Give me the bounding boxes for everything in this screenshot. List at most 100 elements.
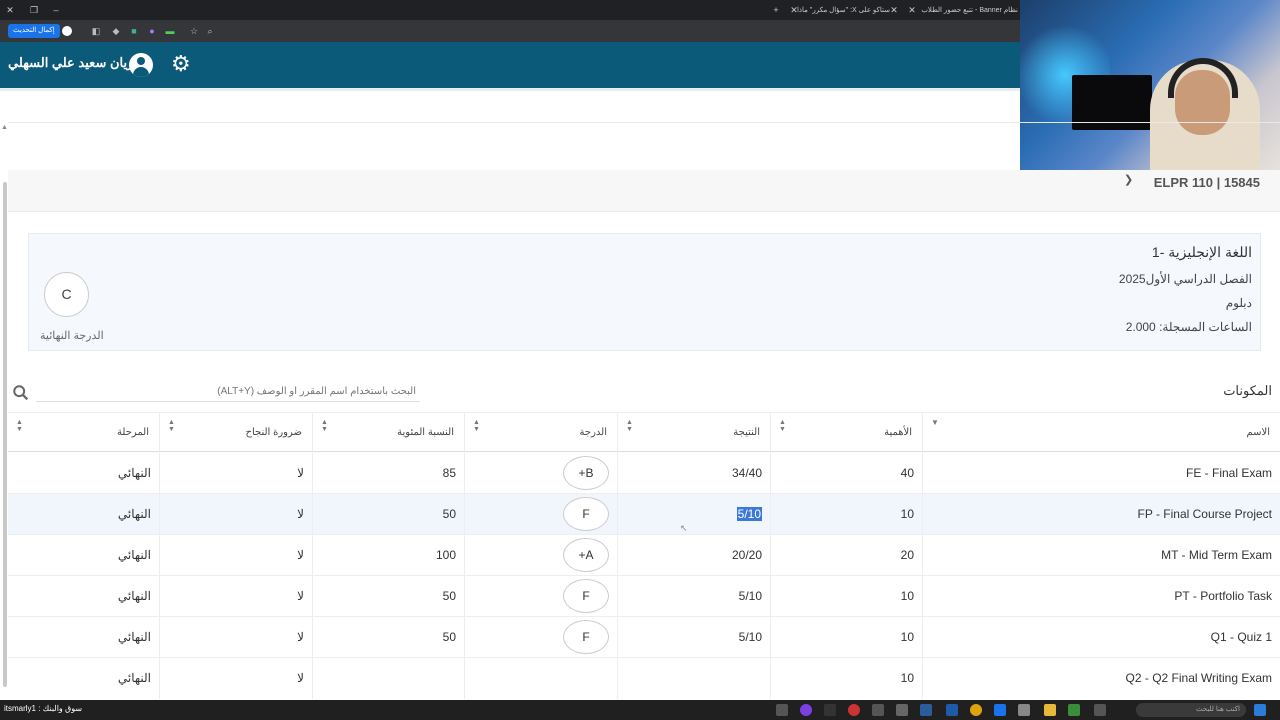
scroll-up-icon[interactable]: ▲: [1, 124, 8, 131]
new-tab-icon[interactable]: +: [768, 2, 784, 18]
col-required[interactable]: ضرورة النجاح ▲ ▼: [160, 413, 313, 453]
profile-icon[interactable]: [62, 26, 72, 36]
start-icon[interactable]: [1254, 704, 1266, 716]
table-header: الاسم ▼ الأهمية ▲ ▼ النتيجة ▲ ▼ الدرجة ▲ ▼ النس…: [8, 412, 1280, 453]
edge-icon[interactable]: [994, 704, 1006, 716]
col-score[interactable]: النتيجة ▲ ▼: [618, 413, 771, 453]
chrome-icon[interactable]: [970, 704, 982, 716]
restore-window-icon[interactable]: ❐: [26, 2, 42, 18]
component-score: 34/40: [731, 466, 762, 480]
sort-desc-icon[interactable]: ▼: [931, 419, 939, 427]
extension-icon[interactable]: ■: [128, 25, 140, 37]
component-weight: 10: [900, 671, 914, 685]
component-percent: 50: [442, 630, 456, 644]
update-button[interactable]: إكمال التحديث: [8, 24, 60, 38]
tab-close-icon[interactable]: ✕: [886, 2, 902, 18]
taskbar-notification[interactable]: سوق والبنك : itsmarly1: [4, 704, 82, 713]
gear-icon[interactable]: ⚙: [171, 51, 191, 77]
app-header: ريان سعيد علي السهلي ⚙: [0, 42, 1020, 88]
table-row[interactable]: PT - Portfolio Task 10 5/10 F 50 لا النه…: [8, 576, 1280, 617]
component-percent: 50: [442, 589, 456, 603]
component-name: PT - Portfolio Task: [1174, 589, 1272, 603]
sort-icon[interactable]: ▲ ▼: [473, 419, 480, 433]
component-weight: 10: [900, 630, 914, 644]
extensions-icon[interactable]: ◧: [90, 25, 102, 37]
sort-icon[interactable]: ▲ ▼: [168, 419, 175, 433]
component-score: 5/10: [738, 630, 762, 644]
app-icon[interactable]: [920, 704, 932, 716]
app-icon[interactable]: [1068, 704, 1080, 716]
course-header[interactable]: ELPR 110 | 15845 ❯: [8, 170, 1280, 212]
settings-app-icon[interactable]: [896, 704, 908, 716]
grade-badge: +A: [563, 538, 609, 572]
table-row[interactable]: MT - Mid Term Exam 20 20/20 +A 100 لا ال…: [8, 535, 1280, 576]
search-bar: [12, 382, 422, 402]
os-taskbar: سوق والبنك : itsmarly1 اكتب هنا للبحث: [0, 700, 1280, 720]
header-subbar: [0, 88, 1020, 91]
col-percent[interactable]: النسبة المئوية ▲ ▼: [313, 413, 465, 453]
tab-2[interactable]: ستاكو على X: "سؤال مكرر" ماذا: [797, 3, 890, 18]
bookmark-star-icon[interactable]: ☆: [188, 25, 200, 37]
app-icon[interactable]: [872, 704, 884, 716]
component-name: FE - Final Exam: [1185, 466, 1272, 480]
final-grade-label: الدرجة النهائية: [40, 330, 104, 342]
table-row[interactable]: Q2 - Q2 Final Writing Exam 10 لا النهائي: [8, 658, 1280, 699]
sort-icon[interactable]: ▲ ▼: [321, 419, 328, 433]
sort-icon[interactable]: ▲ ▼: [779, 419, 786, 433]
webcam-overlay: [1020, 0, 1280, 178]
course-code: ELPR 110 | 15845: [1153, 175, 1260, 190]
zoom-icon[interactable]: ⌕: [204, 25, 216, 37]
course-hours: الساعات المسجلة: 2.000: [1126, 320, 1252, 334]
component-phase: النهائي: [117, 630, 151, 644]
hours-label: الساعات المسجلة:: [1159, 320, 1252, 334]
extension-icon[interactable]: ●: [146, 25, 158, 37]
taskbar-search[interactable]: اكتب هنا للبحث: [1136, 703, 1246, 717]
grade-badge: F: [563, 497, 609, 531]
col-weight[interactable]: الأهمية ▲ ▼: [771, 413, 923, 453]
table-row[interactable]: FP - Final Course Project 10 5/10 F 50 ل…: [8, 494, 1280, 535]
user-avatar-icon[interactable]: [129, 53, 153, 77]
col-grade[interactable]: الدرجة ▲ ▼: [465, 413, 618, 453]
final-grade-badge: C: [44, 272, 89, 317]
component-required: لا: [297, 507, 304, 521]
app-icon[interactable]: [776, 704, 788, 716]
sort-icon[interactable]: ▲ ▼: [16, 419, 23, 433]
app-icon[interactable]: [824, 704, 836, 716]
app-icon[interactable]: [848, 704, 860, 716]
table-row[interactable]: Q1 - Quiz 1 10 5/10 F 50 لا النهائي: [8, 617, 1280, 658]
component-required: لا: [297, 548, 304, 562]
mouse-cursor-icon: ↖: [680, 523, 688, 533]
chevron-down-icon[interactable]: ❯: [1124, 173, 1133, 186]
user-name[interactable]: ريان سعيد علي السهلي: [8, 55, 133, 71]
app-icon[interactable]: [946, 704, 958, 716]
sort-icon[interactable]: ▲ ▼: [626, 419, 633, 433]
table-row[interactable]: FE - Final Exam 40 34/40 +B 85 لا النهائ…: [8, 453, 1280, 494]
course-info-card: اللغة الإنجليزية -1 الفصل الدراسي الأول2…: [28, 233, 1261, 351]
close-window-icon[interactable]: ✕: [2, 2, 18, 18]
divider: [8, 122, 1280, 123]
component-phase: النهائي: [117, 671, 151, 685]
extension-icon[interactable]: ◆: [110, 25, 122, 37]
app-icon[interactable]: [1018, 704, 1030, 716]
extension-icon[interactable]: ▬: [164, 25, 176, 37]
col-phase[interactable]: المرحلة ▲ ▼: [8, 413, 160, 453]
file-explorer-icon[interactable]: [1044, 704, 1056, 716]
tab-1[interactable]: نظام Banner - تتبع حضور الطلاب: [918, 3, 1018, 18]
component-phase: النهائي: [117, 589, 151, 603]
component-score: 5/10: [736, 507, 762, 521]
component-name: Q2 - Q2 Final Writing Exam: [1125, 671, 1272, 685]
components-title: المكونات: [1223, 383, 1272, 398]
component-score: 20/20: [731, 548, 762, 562]
search-icon[interactable]: [12, 384, 30, 402]
app-icon[interactable]: [800, 704, 812, 716]
minimize-window-icon[interactable]: –: [48, 2, 64, 18]
search-input[interactable]: [36, 382, 420, 402]
component-weight: 20: [900, 548, 914, 562]
hours-value: 2.000: [1125, 320, 1156, 334]
task-view-icon[interactable]: [1094, 704, 1106, 716]
page-scrollbar[interactable]: ▲: [0, 124, 8, 690]
component-percent: 50: [442, 507, 456, 521]
component-required: لا: [297, 589, 304, 603]
col-name[interactable]: الاسم ▼: [923, 413, 1280, 453]
component-score: 5/10: [738, 589, 762, 603]
